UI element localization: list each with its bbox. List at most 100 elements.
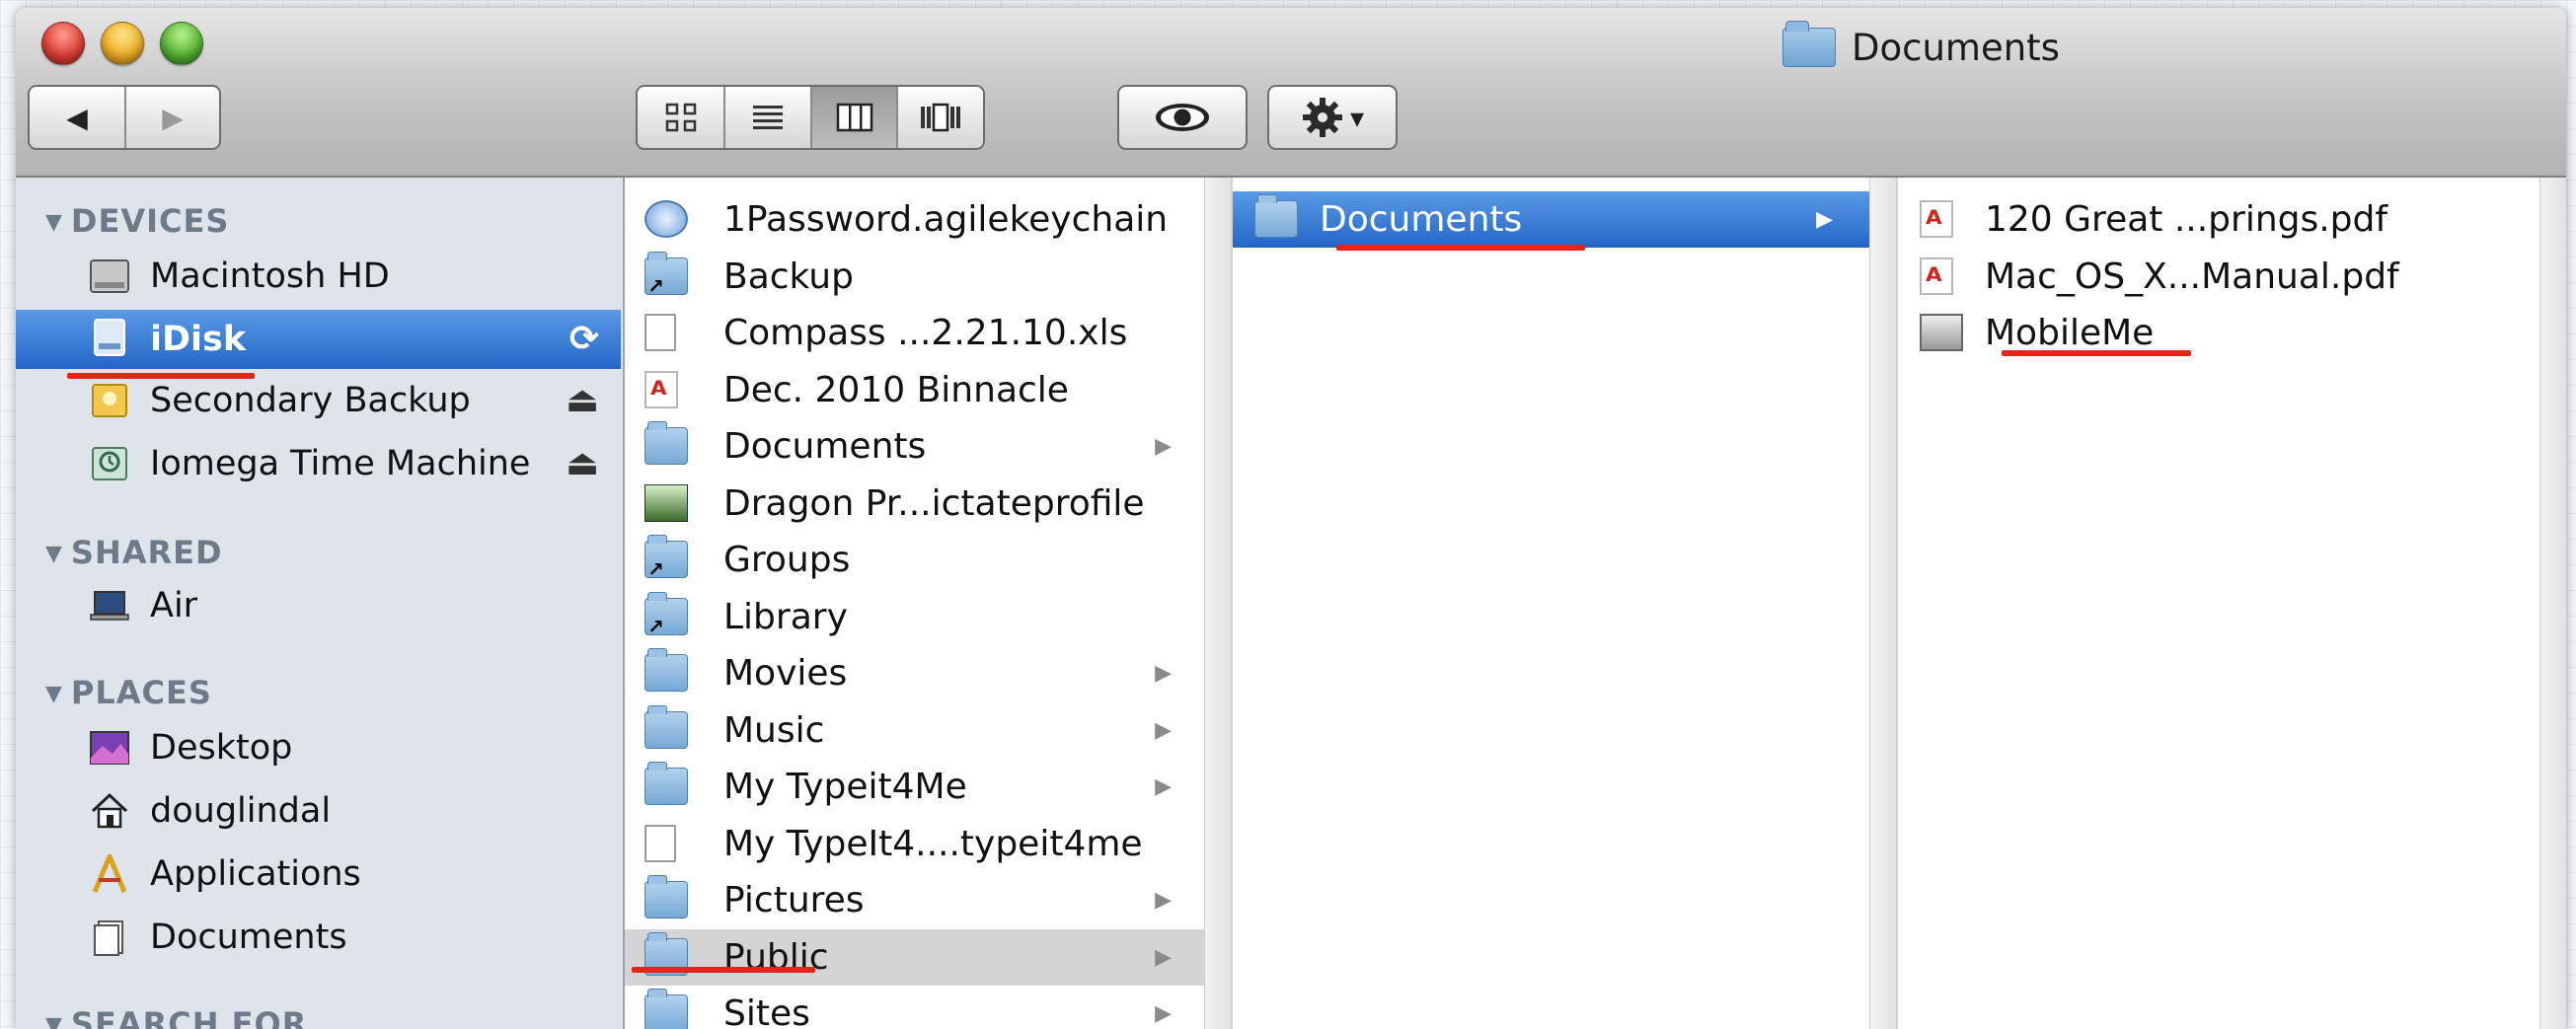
sidebar-item-idisk[interactable]: iDisk ⟳ xyxy=(16,310,621,369)
forward-button[interactable]: ▶ xyxy=(123,87,219,148)
sidebar-header-shared[interactable]: ▼ SHARED xyxy=(45,533,223,572)
close-window-button[interactable] xyxy=(41,22,85,65)
alias-folder-icon xyxy=(644,591,688,636)
action-button[interactable]: ▾ xyxy=(1267,85,1398,150)
file-name: 1Password.agilekeychain xyxy=(723,199,1169,240)
sidebar-item-label: Macintosh HD xyxy=(150,257,390,296)
sidebar-item-applications[interactable]: Applications xyxy=(16,846,621,902)
scrollbar-track[interactable] xyxy=(1869,178,1896,1029)
file-row-public[interactable]: Public ▶ xyxy=(625,928,1205,986)
disclosure-arrow-icon: ▶ xyxy=(1155,888,1172,913)
folder-icon xyxy=(644,762,688,805)
sidebar-item-label: Secondary Backup xyxy=(150,381,471,420)
disclosure-arrow-icon: ▶ xyxy=(1155,774,1172,799)
window-title: Documents xyxy=(1782,21,2060,71)
sidebar-item-douglindal[interactable]: douglindal xyxy=(16,783,621,839)
back-icon: ◀ xyxy=(66,101,88,134)
file-name: Documents xyxy=(723,426,927,467)
eject-icon[interactable]: ⏏ xyxy=(566,436,599,491)
icon-view-icon xyxy=(665,103,696,132)
file-row-dragon-pr-ictateprofile[interactable]: Dragon Pr...ictateprofile xyxy=(625,476,1205,532)
file-row-documents[interactable]: Documents ▶ xyxy=(1233,191,1870,248)
file-name: Music xyxy=(723,709,825,751)
spreadsheet-icon xyxy=(644,314,676,351)
coverflow-view-icon xyxy=(921,103,961,132)
sidebar: ▼ DEVICES Macintosh HD iDisk ⟳ Secondary … xyxy=(16,178,625,1029)
view-mode-control xyxy=(636,85,985,150)
disclosure-triangle-icon: ▼ xyxy=(45,682,63,706)
column-view-icon xyxy=(836,103,872,132)
sidebar-header-search-for[interactable]: ▼ SEARCH FOR xyxy=(45,1004,307,1029)
keychain-icon xyxy=(644,200,688,238)
sidebar-item-label: Applications xyxy=(150,854,361,894)
sidebar-item-label: Iomega Time Machine xyxy=(150,444,531,483)
sidebar-item-iomega-time-machine[interactable]: Iomega Time Machine ⏏ xyxy=(16,436,621,491)
quick-look-button[interactable] xyxy=(1117,85,1248,150)
idisk-icon xyxy=(94,319,125,356)
file-row-sites[interactable]: Sites ▶ xyxy=(625,986,1205,1029)
disclosure-arrow-icon: ▶ xyxy=(1155,944,1172,970)
scrollbar-track[interactable] xyxy=(1204,178,1231,1029)
file-row-pictures[interactable]: Pictures ▶ xyxy=(625,872,1205,928)
file-row-movies[interactable]: Movies ▶ xyxy=(625,645,1205,701)
file-name: Public xyxy=(723,936,829,978)
sidebar-item-label: Documents xyxy=(150,918,347,957)
file-row-compass-2-21-10-xls[interactable]: Compass ...2.21.10.xls xyxy=(625,305,1205,361)
minimize-window-button[interactable] xyxy=(101,22,144,65)
column-view-button[interactable] xyxy=(809,87,897,148)
file-row-mobileme[interactable]: MobileMe xyxy=(1898,305,2540,361)
sidebar-item-documents[interactable]: Documents xyxy=(16,910,621,965)
file-row-1password-agilekeychain[interactable]: 1Password.agilekeychain xyxy=(625,191,1205,248)
folder-icon xyxy=(644,704,688,749)
mobileme-image-icon xyxy=(1920,314,1963,351)
documents-icon xyxy=(94,920,123,956)
disclosure-triangle-icon: ▼ xyxy=(45,210,63,235)
list-view-button[interactable] xyxy=(723,87,810,148)
file-row-backup[interactable]: Backup xyxy=(625,249,1205,305)
file-row-dec-2010-binnacle[interactable]: Dec. 2010 Binnacle xyxy=(625,362,1205,423)
file-row-my-typeit4-typeit4me[interactable]: My TypeIt4....typeit4me xyxy=(625,816,1205,872)
sidebar-header-places[interactable]: ▼ PLACES xyxy=(45,673,212,712)
icon-view-button[interactable] xyxy=(638,87,724,148)
typeit4me-file-icon xyxy=(644,824,676,862)
sidebar-item-macintosh-hd[interactable]: Macintosh HD xyxy=(16,249,621,304)
disclosure-arrow-icon: ▶ xyxy=(1155,434,1172,459)
sidebar-item-desktop[interactable]: Desktop xyxy=(16,720,621,775)
file-name: Movies xyxy=(723,653,848,694)
file-name: Mac_OS_X...Manual.pdf xyxy=(1985,256,2399,297)
back-button[interactable]: ◀ xyxy=(30,87,124,148)
file-row-mac-os-x-manual-pdf[interactable]: Mac_OS_X...Manual.pdf xyxy=(1898,249,2540,310)
annotation-underline-mobileme xyxy=(2002,350,2191,356)
file-name: Compass ...2.21.10.xls xyxy=(723,313,1128,353)
folder-icon xyxy=(1254,194,1298,238)
file-row-groups[interactable]: Groups xyxy=(625,532,1205,588)
zoom-window-button[interactable] xyxy=(160,22,203,65)
sidebar-header-devices[interactable]: ▼ DEVICES xyxy=(45,201,229,241)
file-row-120-great-prings-pdf[interactable]: 120 Great ...prings.pdf xyxy=(1898,191,2540,253)
sidebar-item-secondary-backup[interactable]: Secondary Backup ⏏ xyxy=(16,373,621,428)
annotation-underline-documents xyxy=(1336,245,1585,251)
alias-folder-icon xyxy=(644,535,688,579)
file-row-music[interactable]: Music ▶ xyxy=(625,702,1205,759)
file-name: Groups xyxy=(723,540,851,580)
scrollbar-track[interactable] xyxy=(2539,178,2566,1029)
coverflow-view-button[interactable] xyxy=(896,87,983,148)
file-row-my-typeit4me[interactable]: My Typeit4Me ▶ xyxy=(625,759,1205,815)
sidebar-item-label: Air xyxy=(150,586,198,625)
sync-icon[interactable]: ⟳ xyxy=(569,310,599,369)
file-row-documents[interactable]: Documents ▶ xyxy=(625,418,1205,475)
folder-icon xyxy=(1782,21,1836,67)
file-name: My Typeit4Me xyxy=(723,767,967,807)
folder-icon xyxy=(644,421,688,465)
sidebar-item-label: douglindal xyxy=(150,791,332,831)
folder-icon xyxy=(644,875,688,919)
disclosure-arrow-icon: ▶ xyxy=(1816,207,1833,232)
file-row-library[interactable]: Library xyxy=(625,589,1205,645)
eject-icon[interactable]: ⏏ xyxy=(566,373,599,428)
home-icon xyxy=(91,792,128,829)
browser-column-1: 1Password.agilekeychain Backup Compass ...… xyxy=(625,178,1233,1029)
sidebar-item-air[interactable]: Air xyxy=(16,578,621,633)
eye-icon xyxy=(1156,104,1209,131)
pdf-icon xyxy=(1920,196,1953,253)
disclosure-arrow-icon: ▶ xyxy=(1155,661,1172,686)
